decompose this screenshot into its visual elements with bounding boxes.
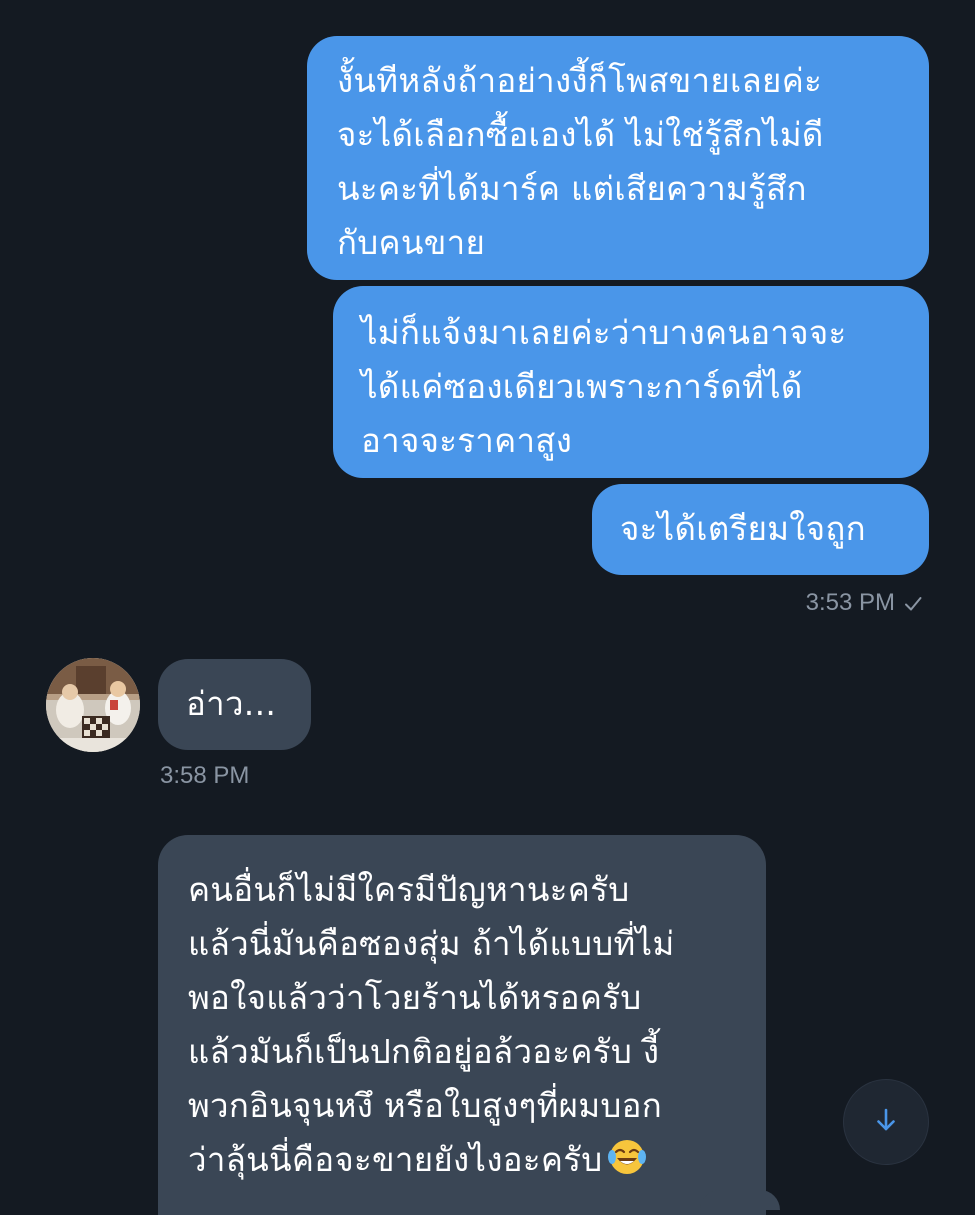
message-line: ว่าลุ้นนี่คือจะขายยังไงอะครับ [188, 1140, 603, 1179]
arrow-down-icon [872, 1106, 900, 1138]
message-line: ไม่ก็แจ้งมาเลยค่ะว่าบางคนอาจจะ [361, 313, 847, 352]
incoming-message[interactable]: อ่าว... [158, 659, 311, 750]
contact-avatar[interactable] [46, 658, 140, 752]
message-line: จะได้เตรียมใจถูก [620, 509, 866, 548]
chat-thread: งั้นทีหลังถ้าอย่างงี้ก็โพสขายเลยค่ะ จะได… [0, 0, 975, 1215]
message-line: แล้วนี่มันคือซองสุ่ม ถ้าได้แบบที่ไม่ [188, 924, 675, 963]
incoming-message-partial [700, 1190, 780, 1210]
outgoing-timestamp: 3:53 PM [806, 589, 923, 617]
message-line: ได้แค่ซองเดียวเพราะการ์ดที่ได้ [361, 367, 803, 406]
message-line: นะคะที่ได้มาร์ค แต่เสียความรู้สึก [337, 169, 807, 208]
check-icon [903, 593, 923, 613]
message-line: กับคนขาย [337, 223, 486, 262]
message-line: งั้นทีหลังถ้าอย่างงี้ก็โพสขายเลยค่ะ [337, 61, 823, 100]
scroll-to-bottom-button[interactable] [844, 1080, 928, 1164]
timestamp-text: 3:53 PM [805, 589, 895, 616]
message-line: คนอื่นก็ไม่มีใครมีปัญหานะครับ [188, 870, 630, 909]
outgoing-message[interactable]: จะได้เตรียมใจถูก [592, 484, 929, 575]
incoming-message[interactable]: คนอื่นก็ไม่มีใครมีปัญหานะครับ แล้วนี่มัน… [158, 835, 766, 1215]
message-line-with-emoji: ว่าลุ้นนี่คือจะขายยังไงอะครับ [188, 1133, 746, 1187]
message-line: พอใจแล้วว่าโวยร้านได้หรอครับ [188, 978, 642, 1017]
message-line: อ่าว... [186, 684, 277, 723]
outgoing-message[interactable]: งั้นทีหลังถ้าอย่างงี้ก็โพสขายเลยค่ะ จะได… [307, 36, 929, 280]
message-line: พวกอินจุนหงึ หรือใบสูงๆที่ผมบอก [188, 1086, 663, 1125]
outgoing-message[interactable]: ไม่ก็แจ้งมาเลยค่ะว่าบางคนอาจจะ ได้แค่ซอง… [333, 286, 929, 478]
incoming-timestamp: 3:58 PM [160, 762, 250, 789]
message-line: อาจจะราคาสูง [361, 421, 573, 460]
face-with-tears-of-joy-icon [607, 1137, 647, 1177]
message-line: แล้วมันก็เป็นปกติอยู่อล้วอะครับ งี้ [188, 1032, 660, 1071]
message-line: จะได้เลือกซื้อเองได้ ไม่ใช่รู้สึกไม่ดี [337, 115, 824, 154]
